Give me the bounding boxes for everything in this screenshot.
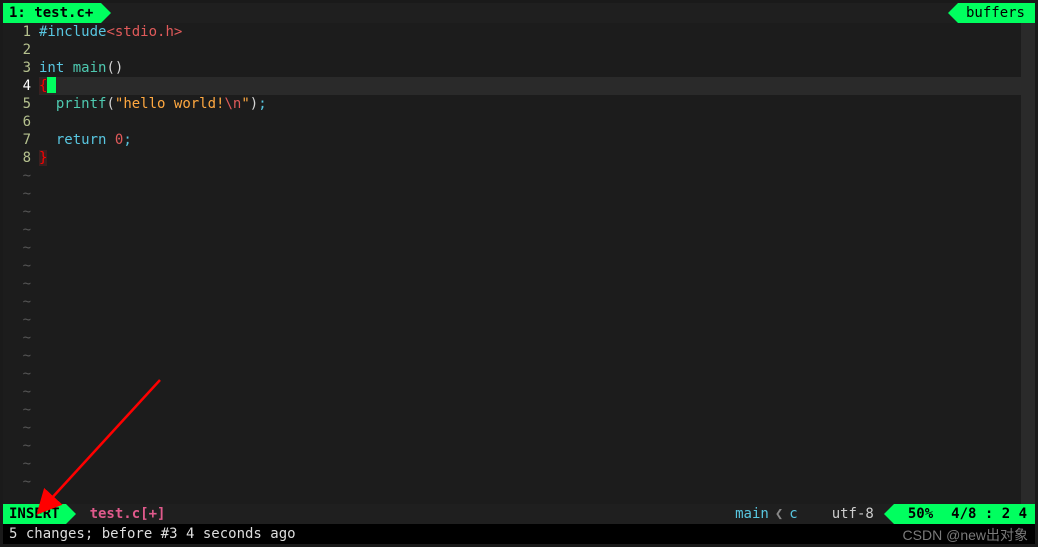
filename-segment: test.c[+] bbox=[66, 504, 176, 524]
code-line: } bbox=[39, 149, 1035, 167]
code-content[interactable]: #include<stdio.h> int main() { printf("h… bbox=[39, 23, 1035, 504]
scrollbar-vertical[interactable] bbox=[1021, 23, 1035, 504]
code-line bbox=[39, 113, 1035, 131]
editor-mode: INSERT bbox=[3, 504, 66, 524]
code-line bbox=[39, 41, 1035, 59]
tab-bar: 1: test.c+ buffers bbox=[3, 3, 1035, 23]
git-segment: main ❮ c bbox=[721, 504, 812, 524]
code-line: #include<stdio.h> bbox=[39, 23, 1035, 41]
code-editor[interactable]: 1 2 3 4 5 6 7 8 ~ ~ ~ ~ ~ ~ ~ ~ ~ ~ ~ ~ … bbox=[3, 23, 1035, 504]
chevron-left-icon: ❮ bbox=[775, 506, 783, 522]
percent-segment: 50% bbox=[894, 504, 943, 524]
message-bar: 5 changes; before #3 4 seconds ago bbox=[3, 524, 1035, 544]
encoding-segment: utf-8 bbox=[812, 504, 894, 524]
tab-buffers[interactable]: buffers bbox=[958, 3, 1035, 23]
code-line: int main() bbox=[39, 59, 1035, 77]
cursor-icon bbox=[47, 77, 56, 93]
position-segment: 4/8 : 2 4 bbox=[943, 504, 1035, 524]
code-line-current: { bbox=[39, 77, 1035, 95]
status-bar: INSERT test.c[+] main ❮ c utf-8 50% 4/8 … bbox=[3, 504, 1035, 524]
line-number-gutter: 1 2 3 4 5 6 7 8 ~ ~ ~ ~ ~ ~ ~ ~ ~ ~ ~ ~ … bbox=[3, 23, 39, 504]
code-line: printf("hello world!\n"); bbox=[39, 95, 1035, 113]
tab-current-file[interactable]: 1: test.c+ bbox=[3, 3, 101, 23]
watermark: CSDN @new出对象 bbox=[903, 525, 1028, 545]
code-line: return 0; bbox=[39, 131, 1035, 149]
